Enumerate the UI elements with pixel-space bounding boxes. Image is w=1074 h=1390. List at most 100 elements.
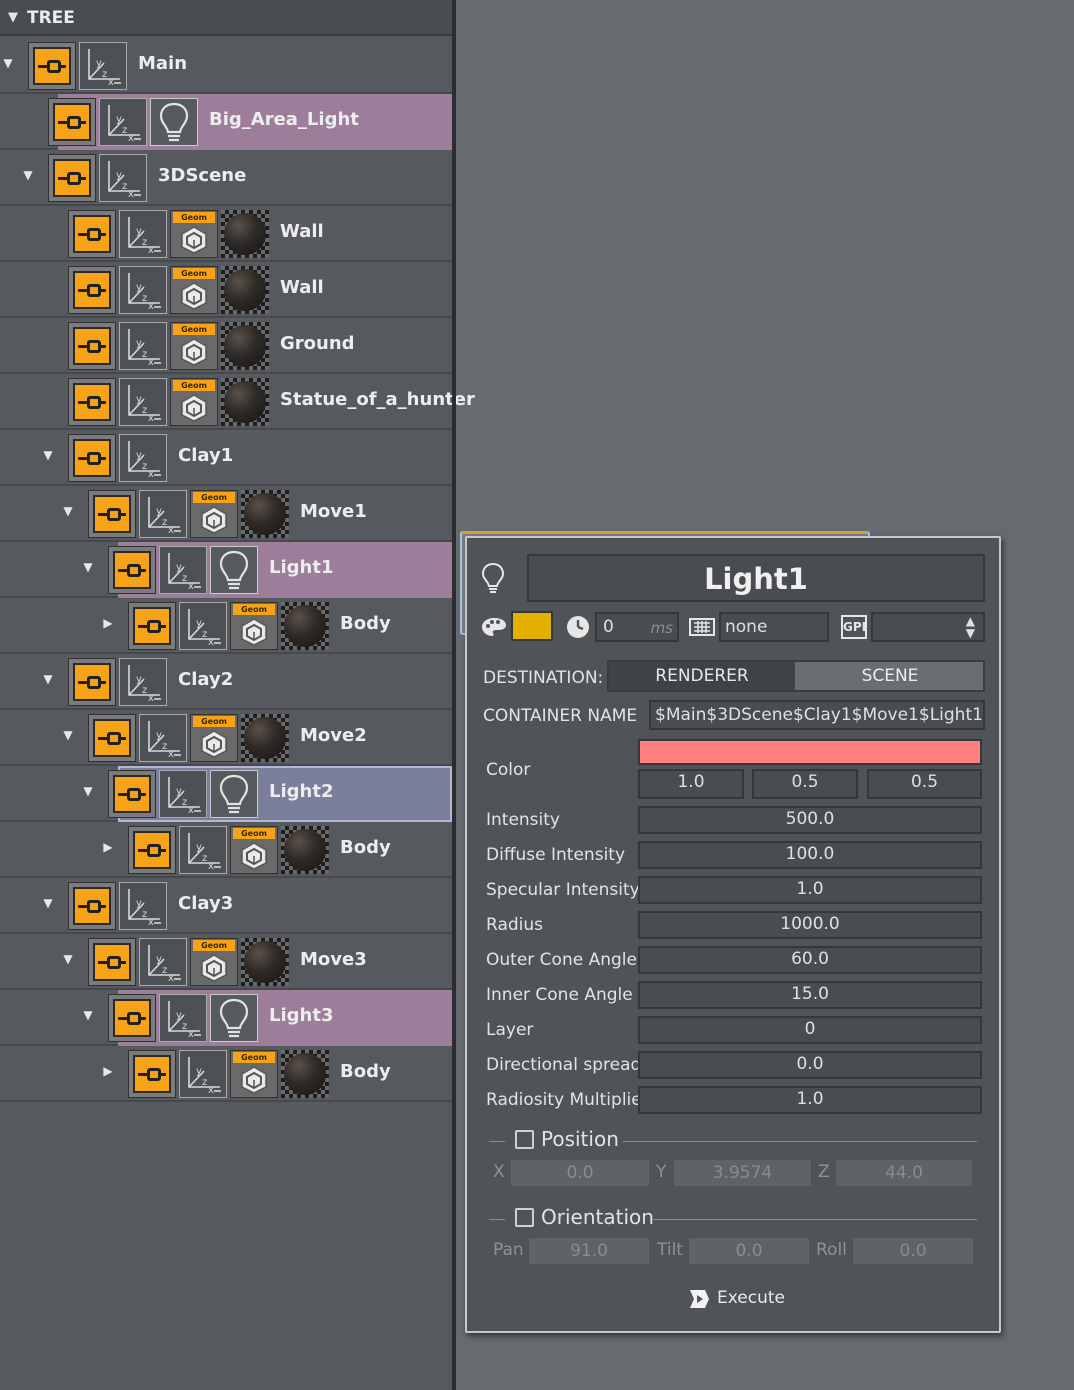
- expand-down-arrow-icon[interactable]: ▼: [41, 896, 55, 910]
- geometry-icon[interactable]: Geom: [170, 378, 218, 426]
- position-x-field[interactable]: 0.0: [511, 1160, 649, 1186]
- row-big-area-light[interactable]: y z x Big_Area_Light: [0, 94, 452, 150]
- geometry-icon[interactable]: Geom: [190, 490, 238, 538]
- transform-icon[interactable]: [128, 1050, 176, 1098]
- collapse-arrow-icon[interactable]: ▼: [8, 10, 18, 25]
- axis-icon[interactable]: yzx: [79, 42, 127, 90]
- destination-scene-button[interactable]: SCENE: [797, 662, 983, 690]
- property-value-field[interactable]: 1.0: [638, 1086, 982, 1114]
- tilt-field[interactable]: 0.0: [689, 1238, 809, 1264]
- transform-icon[interactable]: [88, 490, 136, 538]
- transform-icon[interactable]: [108, 770, 156, 818]
- execute-button[interactable]: Execute: [681, 1284, 791, 1314]
- keyboard-shortcut-field[interactable]: none: [719, 612, 829, 642]
- palette-icon[interactable]: [481, 616, 507, 638]
- light-icon[interactable]: [150, 98, 198, 146]
- row-move2[interactable]: ▼ y z x Geom Move2: [0, 710, 452, 766]
- gpi-dropdown[interactable]: ▲ ▼: [871, 612, 985, 642]
- transform-icon[interactable]: [88, 714, 136, 762]
- expand-down-arrow-icon[interactable]: ▼: [61, 728, 75, 742]
- row-light1[interactable]: ▼ y z x Light1: [0, 542, 452, 598]
- transform-icon[interactable]: [108, 546, 156, 594]
- transform-icon[interactable]: [128, 826, 176, 874]
- transform-icon[interactable]: [28, 42, 76, 90]
- axis-icon[interactable]: yzx: [159, 994, 207, 1042]
- row-move1[interactable]: ▼ y z x Geom Move1: [0, 486, 452, 542]
- axis-icon[interactable]: yzx: [139, 938, 187, 986]
- light-icon[interactable]: [210, 994, 258, 1042]
- row-wall[interactable]: y z x Geom Wall: [0, 206, 452, 262]
- transform-icon[interactable]: [48, 98, 96, 146]
- material-icon[interactable]: [221, 266, 269, 314]
- material-icon[interactable]: [221, 210, 269, 258]
- row-move3[interactable]: ▼ y z x Geom Move3: [0, 934, 452, 990]
- axis-icon[interactable]: yzx: [159, 546, 207, 594]
- property-value-field[interactable]: 1000.0: [638, 911, 982, 939]
- time-field[interactable]: 0 ms: [595, 612, 679, 642]
- property-value-field[interactable]: 100.0: [638, 841, 982, 869]
- axis-icon[interactable]: yzx: [179, 602, 227, 650]
- transform-icon[interactable]: [68, 210, 116, 258]
- light-icon[interactable]: [210, 546, 258, 594]
- transform-icon[interactable]: [68, 322, 116, 370]
- geometry-icon[interactable]: Geom: [230, 602, 278, 650]
- expand-down-arrow-icon[interactable]: ▼: [41, 672, 55, 686]
- position-z-field[interactable]: 44.0: [836, 1160, 972, 1186]
- property-value-field[interactable]: 15.0: [638, 981, 982, 1009]
- material-icon[interactable]: [281, 602, 329, 650]
- row-clay2[interactable]: ▼ y z x Clay2: [0, 654, 452, 710]
- expand-right-arrow-icon[interactable]: ▶: [101, 840, 115, 854]
- axis-icon[interactable]: yzx: [179, 1050, 227, 1098]
- row-body-2[interactable]: ▶ y z x Geom Body: [0, 822, 452, 878]
- pan-field[interactable]: 91.0: [529, 1238, 649, 1264]
- geometry-icon[interactable]: Geom: [230, 1050, 278, 1098]
- property-value-field[interactable]: 60.0: [638, 946, 982, 974]
- roll-field[interactable]: 0.0: [853, 1238, 973, 1264]
- color-green-field[interactable]: 0.5: [752, 769, 858, 799]
- material-icon[interactable]: [241, 714, 289, 762]
- container-color-swatch[interactable]: [511, 611, 553, 641]
- geometry-icon[interactable]: Geom: [230, 826, 278, 874]
- expand-down-arrow-icon[interactable]: ▼: [1, 56, 15, 70]
- transform-icon[interactable]: [68, 378, 116, 426]
- axis-icon[interactable]: yzx: [119, 882, 167, 930]
- axis-icon[interactable]: yzx: [99, 154, 147, 202]
- expand-down-arrow-icon[interactable]: ▼: [81, 1008, 95, 1022]
- row-clay3[interactable]: ▼ y z x Clay3: [0, 878, 452, 934]
- transform-icon[interactable]: [68, 658, 116, 706]
- row-body-3[interactable]: ▶ y z x Geom Body: [0, 1046, 452, 1102]
- row-ground[interactable]: y z x Geom Ground: [0, 318, 452, 374]
- axis-icon[interactable]: yzx: [139, 490, 187, 538]
- row-clay1[interactable]: ▼ y z x Clay1: [0, 430, 452, 486]
- material-icon[interactable]: [241, 938, 289, 986]
- property-value-field[interactable]: 1.0: [638, 876, 982, 904]
- panel-divider[interactable]: [452, 0, 456, 1390]
- expand-down-arrow-icon[interactable]: ▼: [21, 168, 35, 182]
- orientation-checkbox[interactable]: [515, 1208, 534, 1227]
- geometry-icon[interactable]: Geom: [170, 266, 218, 314]
- expand-down-arrow-icon[interactable]: ▼: [81, 560, 95, 574]
- transform-icon[interactable]: [68, 434, 116, 482]
- row-body-1[interactable]: ▶ y z x Geom Body: [0, 598, 452, 654]
- transform-icon[interactable]: [68, 882, 116, 930]
- row-statue[interactable]: y z x Geom Statue_of_a_hunter: [0, 374, 475, 430]
- position-checkbox[interactable]: [515, 1130, 534, 1149]
- axis-icon[interactable]: yzx: [119, 658, 167, 706]
- color-preview-swatch[interactable]: [638, 739, 982, 765]
- axis-icon[interactable]: yzx: [119, 434, 167, 482]
- transform-icon[interactable]: [68, 266, 116, 314]
- material-icon[interactable]: [281, 826, 329, 874]
- row-light3[interactable]: ▼ y z x Light3: [0, 990, 452, 1046]
- axis-icon[interactable]: yzx: [139, 714, 187, 762]
- expand-right-arrow-icon[interactable]: ▶: [101, 1064, 115, 1078]
- axis-icon[interactable]: yzx: [99, 98, 147, 146]
- row-light2[interactable]: ▼ y z x Light2: [0, 766, 452, 822]
- expand-right-arrow-icon[interactable]: ▶: [101, 616, 115, 630]
- transform-icon[interactable]: [128, 602, 176, 650]
- property-value-field[interactable]: 0.0: [638, 1051, 982, 1079]
- tree-header[interactable]: ▼ TREE: [0, 0, 452, 36]
- transform-icon[interactable]: [108, 994, 156, 1042]
- row-3dscene[interactable]: ▼ y z x 3DScene: [0, 150, 452, 206]
- expand-down-arrow-icon[interactable]: ▼: [81, 784, 95, 798]
- axis-icon[interactable]: yzx: [119, 266, 167, 314]
